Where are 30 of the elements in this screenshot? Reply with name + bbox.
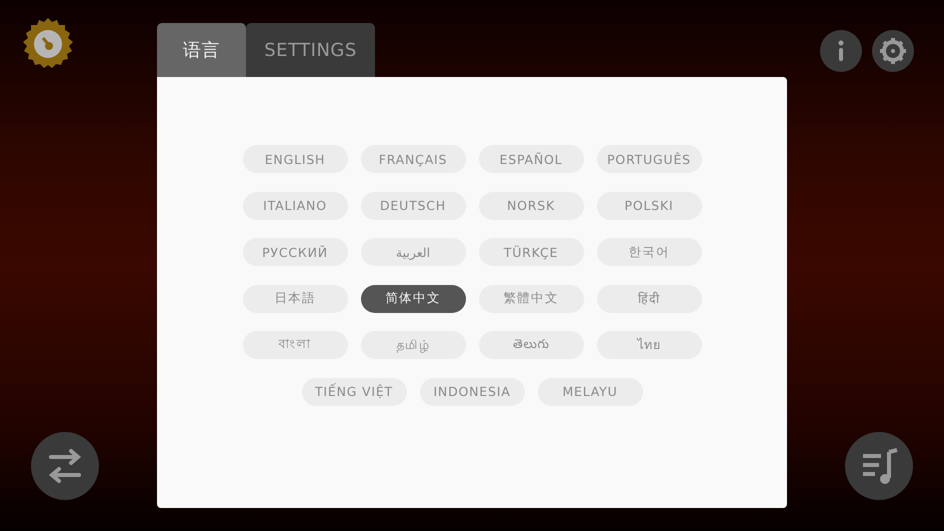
settings-button[interactable] bbox=[872, 30, 914, 72]
language-option[interactable]: POLSKI bbox=[596, 192, 702, 220]
language-option[interactable]: ENGLISH bbox=[242, 145, 348, 173]
swap-button[interactable] bbox=[31, 432, 99, 500]
language-option[interactable]: PORTUGUÊS bbox=[596, 145, 702, 173]
info-button[interactable] bbox=[820, 30, 862, 72]
language-option[interactable]: РУССКИЙ bbox=[242, 238, 348, 266]
language-option[interactable]: NORSK bbox=[478, 192, 584, 220]
language-option[interactable]: العربية bbox=[360, 238, 466, 266]
language-option[interactable]: 简体中文 bbox=[360, 284, 466, 313]
language-option[interactable]: INDONESIA bbox=[420, 378, 524, 406]
language-option[interactable]: 日本語 bbox=[242, 284, 348, 313]
language-option[interactable]: TÜRKÇE bbox=[478, 238, 584, 266]
language-option[interactable]: हिंदी bbox=[596, 284, 702, 313]
language-option[interactable]: தமிழ் bbox=[360, 331, 466, 360]
playlist-button[interactable] bbox=[845, 432, 913, 500]
language-option[interactable]: ESPAÑOL bbox=[478, 145, 584, 173]
language-option[interactable]: ITALIANO bbox=[242, 192, 348, 220]
language-option[interactable]: 한국어 bbox=[596, 238, 702, 266]
language-option[interactable]: DEUTSCH bbox=[360, 192, 466, 220]
language-option[interactable]: FRANÇAIS bbox=[360, 145, 466, 173]
language-option[interactable]: ไทย bbox=[596, 331, 702, 360]
tab[interactable]: SETTINGS bbox=[246, 23, 375, 77]
language-option[interactable]: తెలుగు bbox=[478, 331, 584, 360]
tab[interactable]: 语言 bbox=[157, 23, 246, 77]
language-option[interactable]: 繁體中文 bbox=[478, 284, 584, 313]
disc-badge-icon[interactable] bbox=[21, 17, 75, 71]
language-option[interactable]: বাংলা bbox=[242, 331, 348, 360]
language-option[interactable]: TIẾNG VIỆT bbox=[302, 378, 406, 406]
language-option[interactable]: MELAYU bbox=[538, 378, 642, 406]
